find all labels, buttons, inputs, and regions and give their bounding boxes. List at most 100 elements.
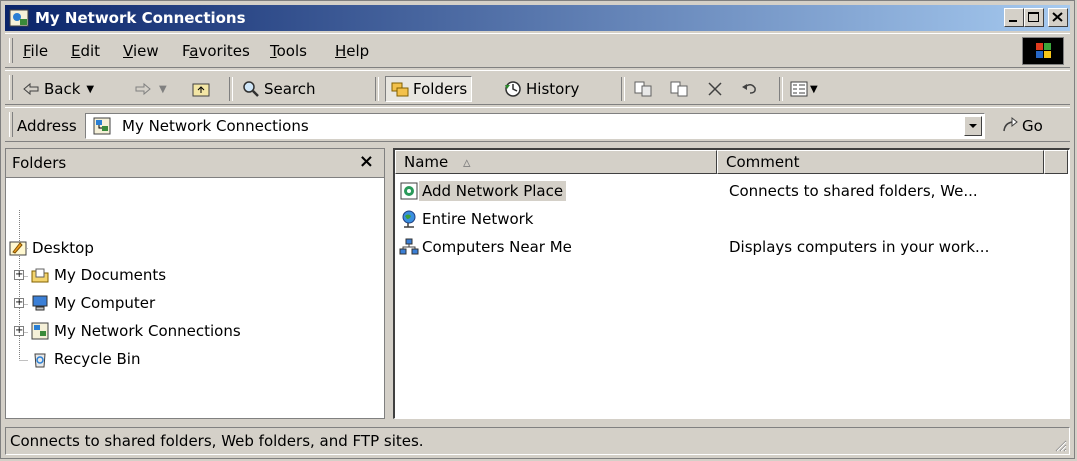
windows-logo-throbber [1022, 37, 1064, 65]
menu-file-rest: ile [30, 42, 49, 60]
list-item[interactable]: Add Network Place Connects to shared fol… [399, 178, 1059, 204]
tree-item-desktop[interactable]: Desktop [8, 235, 94, 261]
menu-bar: File Edit View Favorites Tools Help [5, 33, 1070, 68]
views-dropdown-icon[interactable]: ▼ [810, 84, 818, 95]
move-to-icon [634, 81, 652, 97]
expand-icon[interactable]: + [14, 270, 24, 280]
list-item-name: Computers Near Me [399, 234, 575, 260]
move-to-button[interactable] [633, 76, 653, 102]
toolbar-separator [621, 77, 625, 101]
folders-icon [391, 82, 409, 97]
status-text: Connects to shared folders, Web folders,… [10, 432, 424, 450]
back-arrow-icon [23, 82, 39, 96]
views-button[interactable]: ▼ [789, 76, 818, 102]
go-button[interactable]: Go [1000, 116, 1043, 136]
expand-icon[interactable]: + [14, 326, 24, 336]
menu-favorites-rest: vorites [198, 42, 250, 60]
menu-file-accel: F [23, 42, 31, 60]
menu-view-accel: V [123, 42, 133, 60]
tree-item-my-computer[interactable]: My Computer [30, 290, 155, 316]
undo-icon [742, 84, 756, 94]
history-icon [505, 81, 521, 97]
forward-arrow-icon [135, 82, 151, 96]
list-item-name: Add Network Place [399, 178, 567, 204]
history-button[interactable]: History [503, 76, 579, 102]
my-documents-icon [31, 268, 49, 283]
file-list: Name ▵ Comment Add Network Place Connect… [393, 148, 1070, 419]
menu-tools-accel: T [270, 42, 277, 60]
list-item[interactable]: Computers Near Me Displays computers in … [399, 234, 1059, 260]
copy-to-button[interactable] [669, 76, 689, 102]
my-computer-icon [32, 295, 48, 311]
back-dropdown-icon[interactable]: ▼ [86, 84, 94, 95]
computers-near-me-icon [399, 238, 419, 255]
maximize-icon [1028, 12, 1039, 22]
back-button[interactable]: Back ▼ [21, 76, 94, 102]
tree-item-label: My Computer [54, 294, 156, 312]
menu-help[interactable]: Help [335, 42, 369, 60]
status-bar: Connects to shared folders, Web folders,… [5, 427, 1070, 455]
folders-pane: Folders × Desktop + My Documents + My Co… [5, 148, 385, 419]
network-connections-icon [9, 9, 29, 27]
explorer-window: My Network Connections File Edit View Fa… [0, 0, 1075, 459]
close-icon [1052, 12, 1063, 22]
folders-label: Folders [413, 80, 468, 98]
forward-button[interactable]: ▼ [133, 76, 167, 102]
menu-tools-rest: ools [276, 42, 307, 60]
standard-toolbar: Back ▼ ▼ Search Folders History ▼ [5, 70, 1070, 105]
resize-grip-icon[interactable] [1053, 438, 1067, 452]
tree-item-label: My Documents [54, 266, 167, 284]
column-header-filler [1044, 150, 1068, 174]
column-header-name[interactable]: Name ▵ [395, 150, 717, 174]
menu-file[interactable]: File [23, 42, 48, 60]
address-bar: Address My Network Connections Go [5, 107, 1070, 142]
close-button[interactable] [1048, 8, 1068, 27]
windows-logo-icon [1036, 43, 1051, 58]
address-grip[interactable] [9, 112, 13, 137]
go-arrow-icon [1003, 116, 1018, 132]
menu-edit[interactable]: Edit [71, 42, 100, 60]
menu-view-rest: iew [132, 42, 159, 60]
up-folder-button[interactable] [191, 76, 211, 102]
copy-to-icon [670, 81, 688, 97]
list-item-name-label: Entire Network [422, 210, 534, 228]
list-item-name: Entire Network [399, 206, 537, 232]
delete-button[interactable] [705, 76, 725, 102]
column-header-name-label: Name [404, 153, 449, 171]
maximize-button[interactable] [1024, 8, 1044, 27]
toolbar-separator [229, 77, 233, 101]
menu-tools[interactable]: Tools [270, 42, 307, 60]
minimize-icon [1009, 20, 1017, 22]
history-label: History [526, 80, 580, 98]
toolbar-grip[interactable] [9, 75, 13, 100]
entire-network-icon [402, 210, 416, 228]
list-item[interactable]: Entire Network [399, 206, 1059, 232]
toolbar-separator [375, 77, 379, 101]
list-item-name-label: Add Network Place [419, 181, 567, 201]
address-value: My Network Connections [122, 117, 309, 135]
menu-favorites[interactable]: Favorites [182, 42, 250, 60]
column-header-comment-label: Comment [726, 153, 800, 171]
list-item-comment: Connects to shared folders, We... [729, 182, 978, 200]
address-input[interactable]: My Network Connections [85, 113, 985, 139]
undo-button[interactable] [739, 76, 759, 102]
menu-grip[interactable] [9, 38, 13, 63]
address-label: Address [17, 117, 77, 135]
folders-button[interactable]: Folders [385, 76, 473, 102]
tree-item-my-network-connections[interactable]: My Network Connections [30, 318, 241, 344]
tree-item-recycle-bin[interactable]: Recycle Bin [30, 346, 140, 372]
tree-item-my-documents[interactable]: My Documents [30, 262, 166, 288]
up-folder-icon [192, 83, 210, 97]
go-label: Go [1022, 117, 1043, 135]
forward-dropdown-icon[interactable]: ▼ [159, 84, 167, 95]
menu-help-accel: H [335, 42, 347, 60]
desktop-icon [9, 241, 27, 256]
column-header-comment[interactable]: Comment [717, 150, 1044, 174]
back-label: Back [44, 80, 81, 98]
address-dropdown-button[interactable] [964, 116, 982, 136]
menu-view[interactable]: View [123, 42, 159, 60]
search-button[interactable]: Search [241, 76, 316, 102]
expand-icon[interactable]: + [14, 298, 24, 308]
minimize-button[interactable] [1004, 8, 1024, 27]
title-bar[interactable]: My Network Connections [5, 5, 1070, 31]
